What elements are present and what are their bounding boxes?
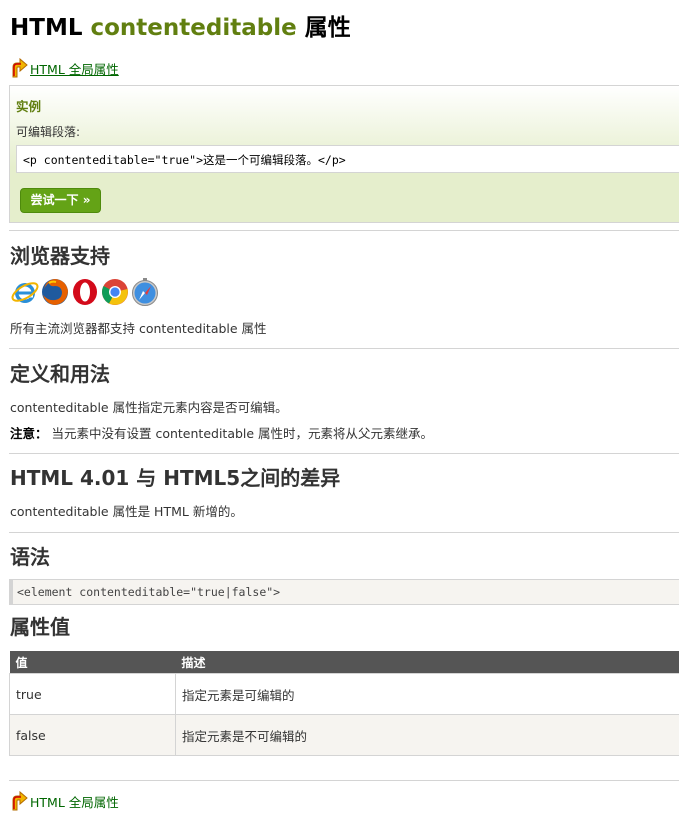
note-label: 注意：: [10, 426, 48, 441]
example-code: <p contenteditable="true">这是一个可编辑段落。</p>: [16, 145, 679, 173]
chrome-icon: [102, 279, 128, 305]
table-row: false 指定元素是不可编辑的: [9, 714, 679, 756]
values-heading: 属性值: [10, 615, 70, 639]
title-highlight: contenteditable: [90, 15, 297, 41]
definition-text: contenteditable 属性指定元素内容是否可编辑。: [10, 400, 288, 415]
page-title: HTML contenteditable 属性: [10, 14, 351, 42]
browser-support-text: 所有主流浏览器都支持 contenteditable 属性: [10, 321, 267, 336]
global-attributes-link-text[interactable]: HTML 全局属性: [30, 792, 119, 811]
title-prefix: HTML: [10, 15, 83, 41]
divider: [9, 230, 679, 231]
internet-explorer-icon: [11, 282, 39, 303]
opera-icon: [73, 279, 97, 305]
divider: [9, 532, 679, 533]
divider: [9, 348, 679, 349]
page: HTML contenteditable 属性 HTML 全局属性 实例 可编辑…: [0, 0, 679, 827]
browser-icons: [10, 277, 160, 309]
table-header-row: 值 描述: [9, 651, 679, 674]
table-header-value: 值: [9, 651, 176, 674]
table-header-description: 描述: [175, 651, 679, 674]
divider: [9, 780, 679, 781]
safari-icon: [132, 278, 158, 306]
back-arrow-icon: [12, 791, 28, 811]
table-cell-value: false: [9, 714, 176, 756]
divider: [9, 453, 679, 454]
global-attributes-link-bottom[interactable]: HTML 全局属性: [10, 789, 119, 811]
global-attributes-link-top[interactable]: HTML 全局属性: [10, 56, 119, 78]
global-attributes-link-text[interactable]: HTML 全局属性: [30, 59, 119, 78]
definition-heading: 定义和用法: [10, 362, 110, 386]
title-suffix: 属性: [304, 15, 351, 41]
table-cell-description: 指定元素是可编辑的: [175, 673, 679, 715]
definition-note: 注意： 当元素中没有设置 contenteditable 属性时，元素将从父元素…: [10, 426, 433, 442]
note-text: 当元素中没有设置 contenteditable 属性时，元素将从父元素继承。: [47, 426, 434, 441]
firefox-icon: [42, 279, 68, 305]
try-it-button[interactable]: 尝试一下 »: [20, 188, 101, 213]
back-arrow-icon: [12, 58, 28, 78]
syntax-code: <element contenteditable="true|false">: [9, 579, 679, 605]
table-row: true 指定元素是可编辑的: [9, 673, 679, 715]
table-cell-description: 指定元素是不可编辑的: [175, 714, 679, 756]
browser-support-heading: 浏览器支持: [10, 244, 110, 268]
attribute-values-table: 值 描述 true 指定元素是可编辑的 false 指定元素是不可编辑的: [9, 651, 679, 756]
example-description: 可编辑段落:: [16, 125, 81, 139]
syntax-heading: 语法: [10, 545, 50, 569]
differences-text: contenteditable 属性是 HTML 新增的。: [10, 504, 243, 519]
table-cell-value: true: [9, 673, 176, 715]
differences-heading: HTML 4.01 与 HTML5之间的差异: [10, 466, 341, 490]
example-box: 实例 可编辑段落: <p contenteditable="true">这是一个…: [9, 85, 679, 223]
example-heading: 实例: [16, 99, 42, 114]
